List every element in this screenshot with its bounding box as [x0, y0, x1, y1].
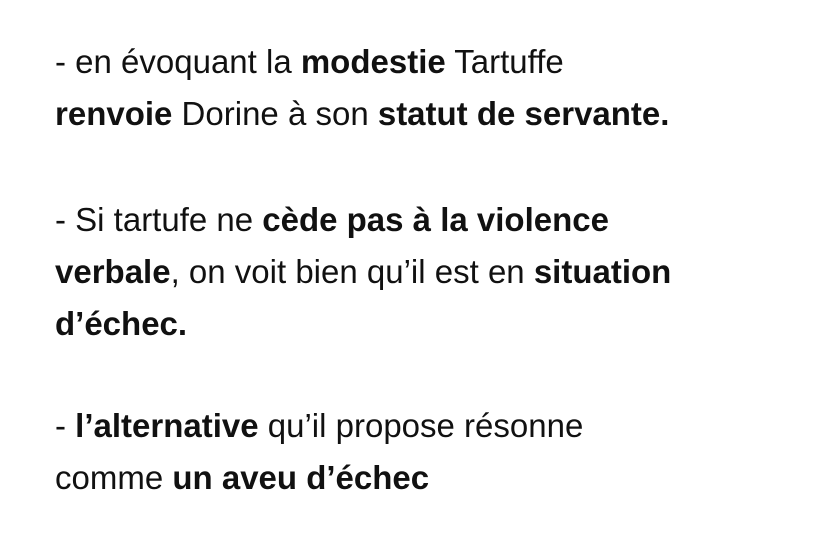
text-line: - Si tartufe ne cède pas à la violence: [55, 194, 815, 246]
text-line: d’échec.: [55, 298, 815, 350]
text-line: comme un aveu d’échec: [55, 452, 815, 504]
text-run: Tartuffe: [445, 43, 564, 80]
bullet-paragraph-alternative: - l’alternative qu’il propose résonne co…: [55, 400, 815, 504]
text-run: -: [55, 407, 76, 444]
bold-text-run: renvoie: [55, 95, 173, 132]
bold-text-run: statut de servante.: [377, 95, 670, 132]
bullet-paragraph-violence-verbale: - Si tartufe ne cède pas à la violence v…: [55, 194, 815, 350]
text-run: - Si tartufe ne: [55, 201, 263, 238]
bold-text-run: un aveu d’échec: [172, 459, 430, 496]
bold-text-run: d’échec.: [55, 305, 188, 342]
bold-text-run: situation: [533, 253, 672, 290]
text-line: verbale, on voit bien qu’il est en situa…: [55, 246, 815, 298]
bold-text-run: modestie: [300, 43, 446, 80]
text-run: - en évoquant la: [55, 43, 301, 80]
bold-text-run: l’alternative: [75, 407, 259, 444]
text-run: , on voit bien qu’il est en: [170, 253, 534, 290]
slide: - en évoquant la modestie Tartuffe renvo…: [0, 0, 824, 540]
text-line: - l’alternative qu’il propose résonne: [55, 400, 815, 452]
bold-text-run: cède pas à la violence: [262, 201, 609, 238]
bold-text-run: verbale: [55, 253, 171, 290]
text-line: - en évoquant la modestie Tartuffe: [55, 36, 815, 88]
bullet-paragraph-modestie: - en évoquant la modestie Tartuffe renvo…: [55, 36, 815, 140]
text-line: renvoie Dorine à son statut de servante.: [55, 88, 815, 140]
text-run: qu’il propose résonne: [258, 407, 584, 444]
text-run: Dorine à son: [172, 95, 378, 132]
text-run: comme: [55, 459, 173, 496]
